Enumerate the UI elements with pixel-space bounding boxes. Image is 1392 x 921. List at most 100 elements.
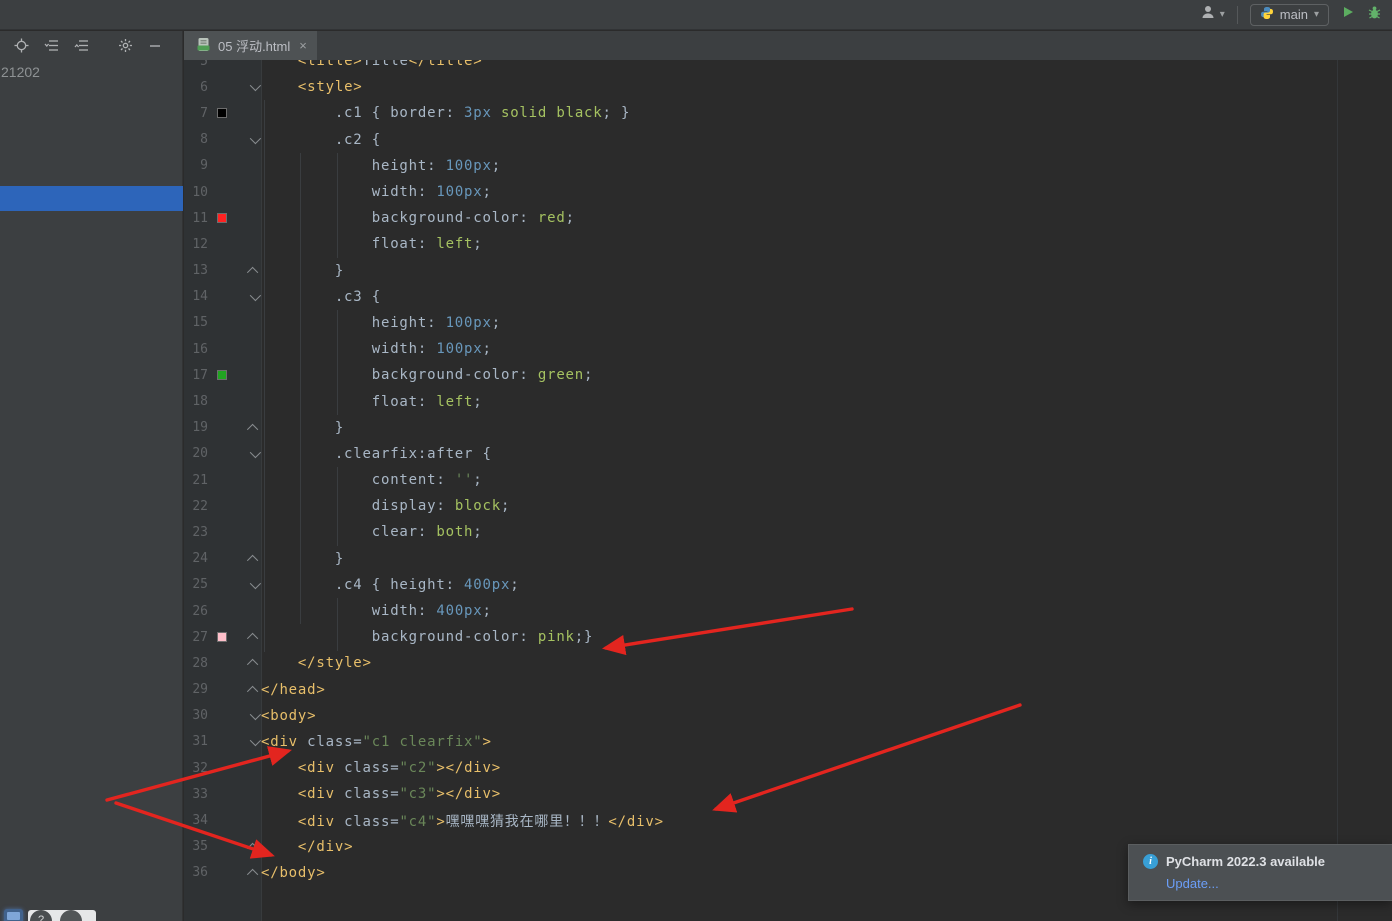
line-number[interactable]: 13 bbox=[184, 263, 208, 278]
code-text[interactable]: width: 100px; bbox=[261, 341, 492, 357]
line-number[interactable]: 7 bbox=[184, 106, 208, 121]
code-text[interactable]: </div> bbox=[261, 839, 353, 855]
line-number[interactable]: 11 bbox=[184, 211, 208, 226]
code-text[interactable]: float: left; bbox=[261, 394, 483, 410]
line-number[interactable]: 20 bbox=[184, 446, 208, 461]
line-number[interactable]: 27 bbox=[184, 630, 208, 645]
line-number[interactable]: 5 bbox=[184, 60, 208, 69]
expand-all-icon[interactable] bbox=[44, 38, 59, 53]
line-number[interactable]: 28 bbox=[184, 656, 208, 671]
fold-marker-down-icon[interactable] bbox=[249, 577, 262, 590]
code-text[interactable]: } bbox=[261, 551, 344, 567]
line-number[interactable]: 24 bbox=[184, 551, 208, 566]
fold-marker-up-icon[interactable] bbox=[246, 632, 259, 645]
notification-balloon[interactable]: i PyCharm 2022.3 available Update... bbox=[1128, 844, 1392, 901]
code-text[interactable]: .clearfix:after { bbox=[261, 446, 492, 462]
code-text[interactable]: <title>Title</title> bbox=[261, 60, 483, 69]
line-number[interactable]: 18 bbox=[184, 394, 208, 409]
line-number[interactable]: 23 bbox=[184, 525, 208, 540]
line-number[interactable]: 19 bbox=[184, 420, 208, 435]
code-text[interactable]: width: 100px; bbox=[261, 184, 492, 200]
code-text[interactable]: </style> bbox=[261, 655, 372, 671]
color-preview-swatch[interactable] bbox=[217, 108, 227, 119]
code-text[interactable]: </body> bbox=[261, 865, 326, 881]
code-text[interactable]: } bbox=[261, 263, 344, 279]
fold-marker-up-icon[interactable] bbox=[246, 554, 259, 566]
color-preview-swatch[interactable] bbox=[217, 632, 227, 643]
code-text[interactable]: clear: both; bbox=[261, 524, 483, 540]
line-number[interactable]: 35 bbox=[184, 839, 208, 854]
line-number[interactable]: 14 bbox=[184, 289, 208, 304]
fold-marker-down-icon[interactable] bbox=[249, 132, 262, 144]
close-icon[interactable]: × bbox=[299, 38, 307, 53]
line-number[interactable]: 32 bbox=[184, 761, 208, 776]
code-text[interactable]: </head> bbox=[261, 682, 326, 698]
code-text[interactable]: width: 400px; bbox=[261, 603, 492, 619]
line-number[interactable]: 29 bbox=[184, 682, 208, 697]
line-number[interactable]: 10 bbox=[184, 185, 208, 200]
hide-panel-icon[interactable] bbox=[148, 39, 162, 53]
code-text[interactable]: .c3 { bbox=[261, 289, 381, 305]
line-number[interactable]: 22 bbox=[184, 499, 208, 514]
fold-marker-down-icon[interactable] bbox=[249, 446, 262, 459]
code-text[interactable]: } bbox=[261, 420, 344, 436]
settings-gear-icon[interactable] bbox=[118, 38, 133, 53]
fold-marker-down-icon[interactable] bbox=[249, 708, 262, 721]
line-number[interactable]: 12 bbox=[184, 237, 208, 252]
code-text[interactable]: background-color: red; bbox=[261, 210, 575, 226]
line-number[interactable]: 33 bbox=[184, 787, 208, 802]
line-number[interactable]: 34 bbox=[184, 813, 208, 828]
user-account-button[interactable]: ▾ bbox=[1200, 4, 1225, 25]
line-number[interactable]: 21 bbox=[184, 473, 208, 488]
fold-marker-up-icon[interactable] bbox=[246, 842, 259, 854]
fold-marker-up-icon[interactable] bbox=[246, 423, 259, 435]
line-number[interactable]: 17 bbox=[184, 368, 208, 383]
fold-marker-up-icon[interactable] bbox=[246, 659, 259, 671]
code-text[interactable]: height: 100px; bbox=[261, 315, 501, 331]
line-number[interactable]: 8 bbox=[184, 132, 208, 147]
taskbar-monitor-icon-fragment[interactable] bbox=[4, 909, 23, 921]
line-number[interactable]: 25 bbox=[184, 577, 208, 592]
line-number[interactable]: 26 bbox=[184, 604, 208, 619]
line-number[interactable]: 30 bbox=[184, 708, 208, 723]
code-text[interactable]: .c1 { border: 3px solid black; } bbox=[261, 105, 630, 121]
debug-button[interactable] bbox=[1367, 5, 1382, 25]
code-text[interactable]: <style> bbox=[261, 79, 363, 95]
collapse-all-icon[interactable] bbox=[74, 38, 89, 53]
fold-marker-up-icon[interactable] bbox=[246, 266, 259, 278]
line-number[interactable]: 16 bbox=[184, 342, 208, 357]
run-button[interactable] bbox=[1341, 5, 1355, 24]
code-line: 8 .c2 { bbox=[184, 127, 1392, 153]
code-text[interactable]: <div class="c1 clearfix"> bbox=[261, 734, 492, 750]
locate-file-icon[interactable] bbox=[14, 38, 29, 53]
update-link[interactable]: Update... bbox=[1166, 876, 1382, 891]
line-number[interactable]: 31 bbox=[184, 734, 208, 749]
code-text[interactable]: <div class="c4">嘿嘿嘿猜我在哪里！！！</div> bbox=[261, 811, 664, 831]
code-text[interactable]: .c4 { height: 400px; bbox=[261, 577, 519, 593]
code-text[interactable]: height: 100px; bbox=[261, 158, 501, 174]
fold-marker-up-icon[interactable] bbox=[246, 868, 259, 880]
code-text[interactable]: <div class="c3"></div> bbox=[261, 786, 501, 802]
color-preview-swatch[interactable] bbox=[217, 370, 227, 381]
code-text[interactable]: <body> bbox=[261, 708, 316, 724]
code-text[interactable]: background-color: pink;} bbox=[261, 629, 593, 645]
run-config-selector[interactable]: main ▾ bbox=[1249, 3, 1329, 26]
fold-marker-down-icon[interactable] bbox=[249, 734, 262, 747]
line-number[interactable]: 6 bbox=[184, 80, 208, 95]
line-number[interactable]: 9 bbox=[184, 158, 208, 173]
tab-05-float-html[interactable]: 05 浮动.html × bbox=[184, 31, 317, 60]
color-preview-swatch[interactable] bbox=[217, 213, 227, 224]
editor-area[interactable]: 5 <title>Title</title> 6 <style> 7 .c1 { b… bbox=[184, 60, 1392, 921]
project-selected-row[interactable] bbox=[0, 186, 183, 211]
fold-marker-up-icon[interactable] bbox=[246, 685, 259, 697]
line-number[interactable]: 36 bbox=[184, 865, 208, 880]
fold-marker-down-icon[interactable] bbox=[249, 80, 262, 92]
code-text[interactable]: display: block; bbox=[261, 498, 510, 514]
fold-marker-down-icon[interactable] bbox=[249, 289, 262, 302]
code-text[interactable]: <div class="c2"></div> bbox=[261, 760, 501, 776]
line-number[interactable]: 15 bbox=[184, 315, 208, 330]
code-text[interactable]: background-color: green; bbox=[261, 367, 593, 383]
code-text[interactable]: content: ''; bbox=[261, 472, 483, 488]
code-text[interactable]: float: left; bbox=[261, 236, 483, 252]
code-text[interactable]: .c2 { bbox=[261, 132, 381, 148]
